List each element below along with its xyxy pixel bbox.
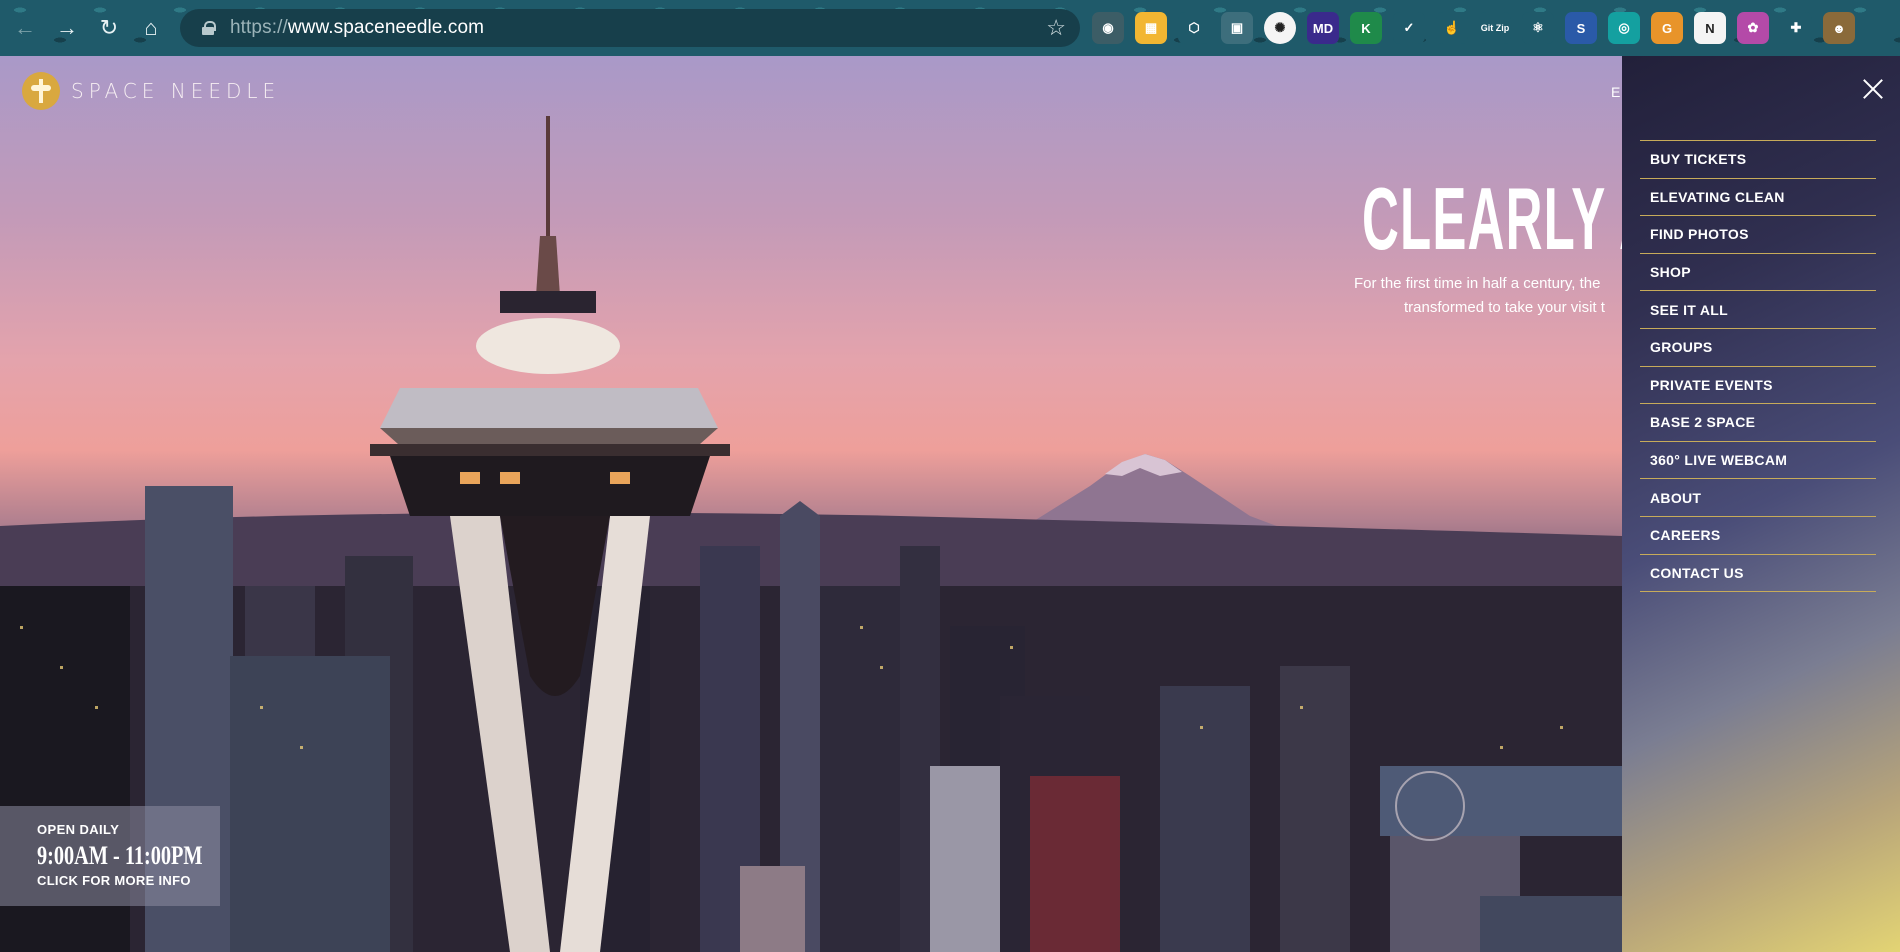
image-extension-icon[interactable]: ▣ bbox=[1221, 12, 1253, 44]
back-arrow-icon[interactable]: ← bbox=[8, 11, 42, 45]
check-extension-icon[interactable]: ✓ bbox=[1393, 12, 1425, 44]
bookmark-star-icon[interactable]: ☆ bbox=[1046, 15, 1066, 41]
lock-icon[interactable] bbox=[202, 21, 216, 35]
home-icon[interactable]: ⌂ bbox=[134, 11, 168, 45]
menu-item-buy-tickets[interactable]: BUY TICKETS bbox=[1640, 141, 1876, 179]
address-bar[interactable]: https://www.spaceneedle.com ☆ bbox=[180, 9, 1080, 47]
logo-wordmark: SPACE NEEDLE bbox=[71, 79, 281, 103]
address-url[interactable]: https://www.spaceneedle.com bbox=[230, 17, 484, 39]
hero-subtitle: For the first time in half a century, th… bbox=[1354, 272, 1622, 320]
hero-headline: CLEARLY AWE bbox=[1362, 169, 1622, 268]
space-needle-emblem-icon bbox=[22, 72, 60, 110]
hand-extension-icon[interactable]: ☝ bbox=[1436, 12, 1468, 44]
gitzip-extension-icon[interactable]: Git Zip bbox=[1479, 12, 1511, 44]
menu-item-360-live-webcam[interactable]: 360° LIVE WEBCAM bbox=[1640, 442, 1876, 480]
header-nav-peek[interactable]: E bbox=[1611, 84, 1620, 100]
target-extension-icon[interactable]: ◎ bbox=[1608, 12, 1640, 44]
menu-item-groups[interactable]: GROUPS bbox=[1640, 329, 1876, 367]
close-icon[interactable] bbox=[1862, 78, 1884, 100]
hero-subtitle-line2: transformed to take your visit t bbox=[1404, 299, 1605, 316]
hours-open-label: OPEN DAILY bbox=[37, 822, 120, 837]
hours-more-info-link[interactable]: CLICK FOR MORE INFO bbox=[37, 873, 220, 888]
hero-subtitle-line1: For the first time in half a century, th… bbox=[1354, 275, 1601, 292]
menu-item-careers[interactable]: CAREERS bbox=[1640, 517, 1876, 555]
gear-extension-icon[interactable]: ✺ bbox=[1264, 12, 1296, 44]
menu-item-find-photos[interactable]: FIND PHOTOS bbox=[1640, 216, 1876, 254]
menu-item-see-it-all[interactable]: SEE IT ALL bbox=[1640, 291, 1876, 329]
hours-widget[interactable]: OPEN DAILY 9:00AM - 11:00PM CLICK FOR MO… bbox=[0, 806, 220, 906]
sheets-extension-icon[interactable]: ▦ bbox=[1135, 12, 1167, 44]
react-extension-icon[interactable]: ⚛ bbox=[1522, 12, 1554, 44]
browser-toolbar: ← → ↻ ⌂ https://www.spaceneedle.com ☆ ◉ ▦… bbox=[0, 0, 1900, 56]
menu-item-shop[interactable]: SHOP bbox=[1640, 254, 1876, 292]
menu-item-elevating-clean[interactable]: ELEVATING CLEAN bbox=[1640, 179, 1876, 217]
extensions-toolbar: ◉ ▦ ⬡ ▣ ✺ MD K ✓ ☝ Git Zip ⚛ S ◎ G N ✿ ✚ ☻ bbox=[1092, 12, 1855, 44]
s-extension-icon[interactable]: S bbox=[1565, 12, 1597, 44]
color-wheel-extension-icon[interactable]: ✿ bbox=[1737, 12, 1769, 44]
forward-arrow-icon[interactable]: → bbox=[50, 11, 84, 45]
menu-item-about[interactable]: ABOUT bbox=[1640, 479, 1876, 517]
camera-extension-icon[interactable]: ◉ bbox=[1092, 12, 1124, 44]
city-skyline-illustration bbox=[0, 486, 1622, 952]
url-host: www.spaceneedle.com bbox=[287, 17, 485, 38]
menu-item-base-2-space[interactable]: BASE 2 SPACE bbox=[1640, 404, 1876, 442]
side-navigation-menu: BUY TICKETS ELEVATING CLEAN FIND PHOTOS SHO… bbox=[1622, 56, 1900, 952]
reload-icon[interactable]: ↻ bbox=[92, 11, 126, 45]
hours-time: 9:00AM - 11:00PM bbox=[37, 841, 203, 870]
url-scheme: https:// bbox=[230, 17, 288, 38]
menu-item-private-events[interactable]: PRIVATE EVENTS bbox=[1640, 367, 1876, 405]
hero-section: SPACE NEEDLE E CLEARLY AWE For the first… bbox=[0, 56, 1622, 952]
puzzle-extension-icon[interactable]: ✚ bbox=[1780, 12, 1812, 44]
notion-extension-icon[interactable]: N bbox=[1694, 12, 1726, 44]
menu-list: BUY TICKETS ELEVATING CLEAN FIND PHOTOS SHO… bbox=[1640, 140, 1876, 593]
cube-extension-icon[interactable]: ⬡ bbox=[1178, 12, 1210, 44]
space-needle-logo[interactable]: SPACE NEEDLE bbox=[22, 72, 280, 110]
k-extension-icon[interactable]: K bbox=[1350, 12, 1382, 44]
space-needle-tower-illustration bbox=[370, 116, 730, 952]
menu-item-contact-us[interactable]: CONTACT US bbox=[1640, 555, 1876, 593]
profile-avatar-icon[interactable]: ☻ bbox=[1823, 12, 1855, 44]
markdown-extension-icon[interactable]: MD bbox=[1307, 12, 1339, 44]
g-extension-icon[interactable]: G bbox=[1651, 12, 1683, 44]
web-page: SPACE NEEDLE E CLEARLY AWE For the first… bbox=[0, 56, 1900, 952]
